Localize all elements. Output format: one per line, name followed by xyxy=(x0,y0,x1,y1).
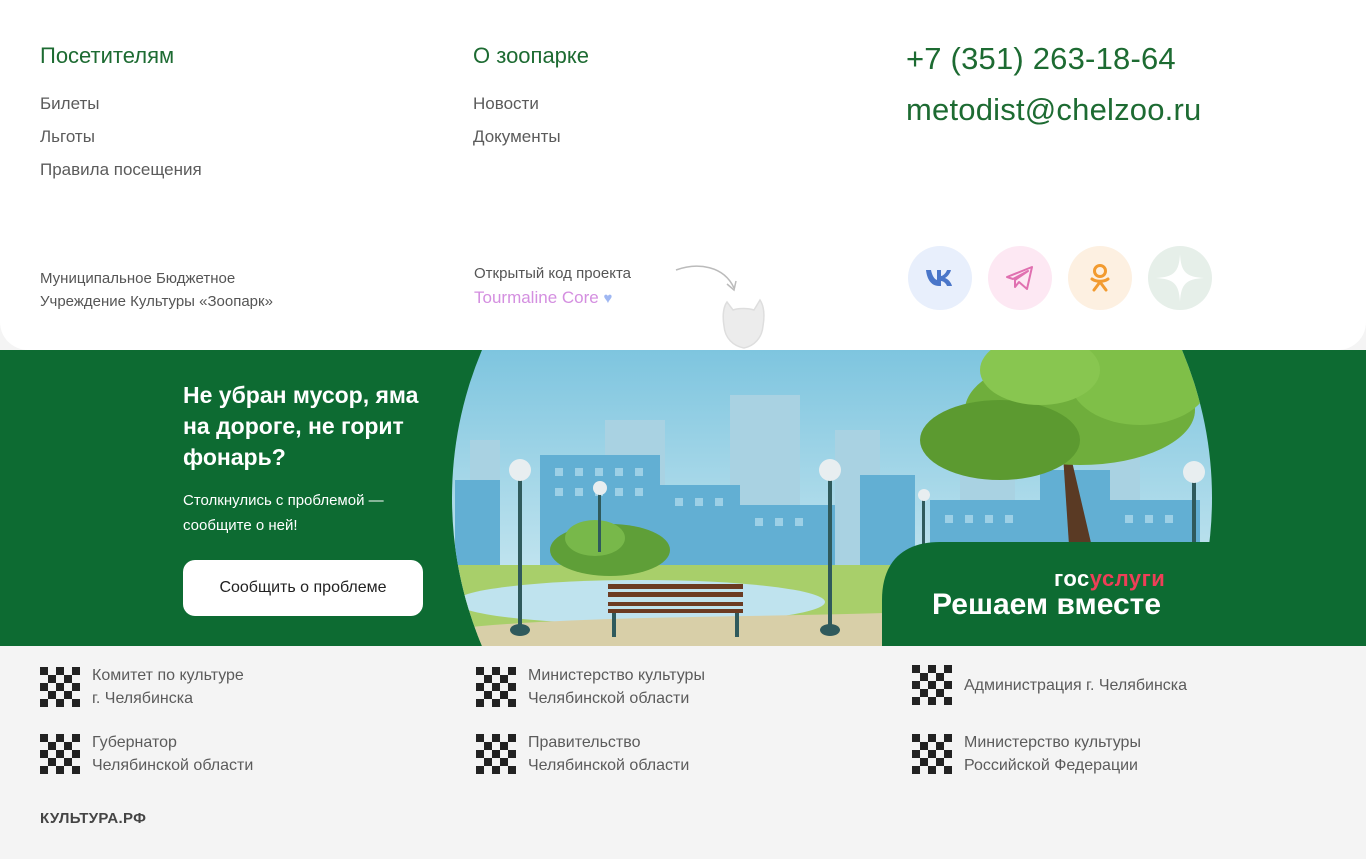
partner-city-administration[interactable]: Администрация г. Челябинска xyxy=(912,664,1187,706)
report-problem-button[interactable]: Сообщить о проблеме xyxy=(183,560,423,616)
banner-subtitle: Столкнулись с проблемой — сообщите о ней… xyxy=(183,492,384,534)
footer-top-card: Посетителям Билеты Льготы Правила посеще… xyxy=(0,0,1366,350)
phone-link[interactable]: +7 (351) 263-18-64 xyxy=(906,41,1176,77)
telegram-button[interactable] xyxy=(988,246,1052,310)
about-title: О зоопарке xyxy=(473,43,590,68)
partner-text: Губернатор Челябинской области xyxy=(92,734,254,774)
link-documents[interactable]: Документы xyxy=(473,127,561,147)
partner-logo-icon xyxy=(40,734,80,774)
partner-federal-ministry[interactable]: Министерство культуры Российской Федерац… xyxy=(912,731,1141,777)
organization-name: Муниципальное Бюджетное Учреждение Культ… xyxy=(40,267,273,313)
vk-icon xyxy=(926,270,952,286)
partner-logo-icon xyxy=(40,667,80,707)
partner-text: Министерство культуры Российской Федерац… xyxy=(964,734,1141,774)
dzen-button[interactable] xyxy=(1148,246,1212,310)
partner-governor[interactable]: Губернатор Челябинской области xyxy=(40,731,253,777)
link-visit-rules[interactable]: Правила посещения xyxy=(40,160,202,180)
github-cat-icon xyxy=(722,298,765,349)
email-link[interactable]: metodist@chelzoo.ru xyxy=(906,92,1201,128)
open-source-label: Открытый код проекта xyxy=(474,265,632,282)
partner-logo-icon xyxy=(912,665,952,705)
link-tickets[interactable]: Билеты xyxy=(40,94,99,114)
link-news[interactable]: Новости xyxy=(473,94,539,114)
ok-icon xyxy=(1090,264,1110,292)
partner-logo-icon xyxy=(912,734,952,774)
organization-line-2: Учреждение Культуры «Зоопарк» xyxy=(40,293,273,310)
odnoklassniki-button[interactable] xyxy=(1068,246,1132,310)
visitors-title: Посетителям xyxy=(40,43,175,68)
organization-line-1: Муниципальное Бюджетное xyxy=(40,270,236,287)
partner-text: Правительство Челябинской области xyxy=(528,734,690,774)
partner-regional-ministry[interactable]: Министерство культуры Челябинской област… xyxy=(476,664,705,710)
vk-button[interactable] xyxy=(908,246,972,310)
banner-slogan: Решаем вместе xyxy=(932,588,1162,621)
partner-logo-icon xyxy=(476,667,516,707)
partner-logo-icon xyxy=(476,734,516,774)
link-benefits[interactable]: Льготы xyxy=(40,127,95,147)
partner-regional-government[interactable]: Правительство Челябинской области xyxy=(476,731,689,777)
tourmaline-core-text: Tourmaline Core xyxy=(474,288,599,307)
partner-text: Администрация г. Челябинска xyxy=(964,676,1188,694)
curved-arrow-icon xyxy=(675,265,737,292)
partner-culture-committee[interactable]: Комитет по культуре г. Челябинска xyxy=(40,664,244,710)
dzen-icon xyxy=(1151,249,1209,307)
heart-icon: ♥ xyxy=(603,290,613,307)
kultura-rf-link[interactable]: КУЛЬТУРА.РФ xyxy=(40,810,146,827)
tourmaline-core-link[interactable]: Tourmaline Core ♥ xyxy=(474,288,612,308)
partner-text: Комитет по культуре г. Челябинска xyxy=(92,667,244,707)
banner-title: Не убран мусор, яма на дороге, не горит … xyxy=(183,382,419,470)
telegram-icon xyxy=(1006,266,1033,290)
partner-text: Министерство культуры Челябинской област… xyxy=(528,667,705,707)
